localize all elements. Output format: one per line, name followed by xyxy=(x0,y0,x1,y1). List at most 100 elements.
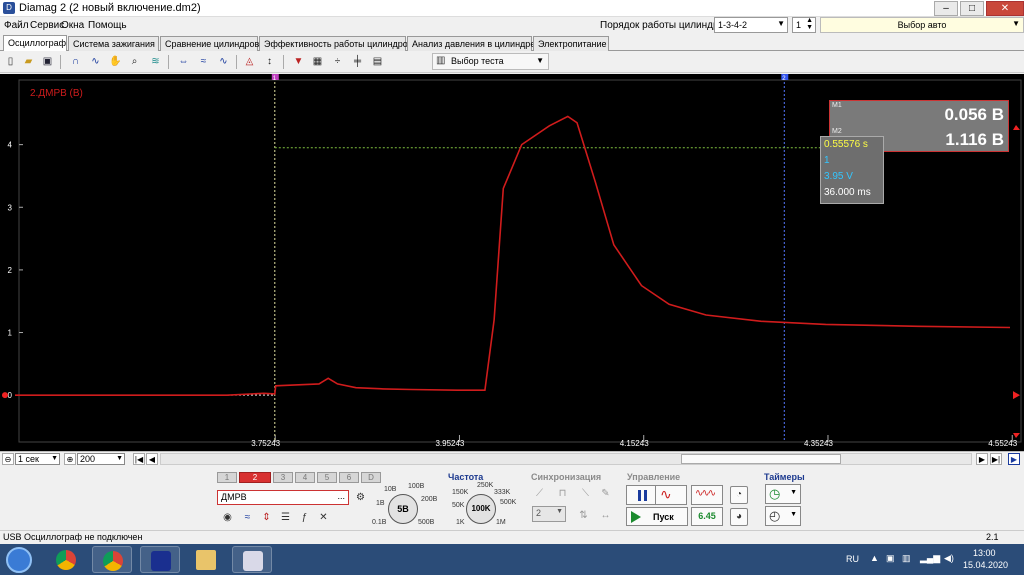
channel-name-field[interactable]: ДМРВ ... xyxy=(217,490,349,505)
maximize-button[interactable]: □ xyxy=(960,1,984,16)
timer-button-1[interactable]: ◷ ▼ xyxy=(765,484,801,504)
filter-waves-icon[interactable]: ∿ xyxy=(216,54,231,69)
zoom-out-icon[interactable]: ⊖ xyxy=(2,453,14,465)
eye-icon[interactable]: ◉ xyxy=(220,510,235,525)
divide-icon[interactable]: ÷ xyxy=(330,54,345,69)
lines-icon[interactable]: ☰ xyxy=(278,510,293,525)
freq-label-250k: 250K xyxy=(477,482,494,489)
time-div-select[interactable]: 1 сек ▼ xyxy=(15,453,60,465)
menu-service[interactable]: Сервис xyxy=(30,20,64,31)
cylinder-number-spinner[interactable]: 1 ▲ ▼ xyxy=(792,17,816,33)
tray-arrow-icon[interactable]: ▲ xyxy=(870,553,879,563)
cursor-zero-icon[interactable]: ↕ xyxy=(262,54,277,69)
curve-down-icon[interactable]: ∿ xyxy=(88,54,103,69)
channel-button-6[interactable]: 6 xyxy=(339,472,359,483)
play-icon[interactable]: ▶ xyxy=(1008,453,1020,465)
sample-count-select[interactable]: 200 ▼ xyxy=(77,453,125,465)
auto-measure-icon[interactable]: ◬ xyxy=(242,54,257,69)
sync-pos-icon[interactable]: ↔ xyxy=(598,508,613,523)
tab-ignition[interactable]: Система зажигания xyxy=(68,36,159,51)
taskbar-diamag[interactable] xyxy=(140,546,180,573)
updown-icon[interactable]: ⇕ xyxy=(259,510,274,525)
scroll-right-icon[interactable]: ▶ xyxy=(976,453,988,465)
ground-marker xyxy=(2,392,8,399)
grid-icon[interactable]: ▦ xyxy=(310,54,325,69)
scroll-first-icon[interactable]: |◀ xyxy=(133,453,145,465)
probe-icon[interactable]: ⚙ xyxy=(353,490,368,505)
taskbar-explorer[interactable] xyxy=(186,546,226,573)
curve-up-icon[interactable]: ∩ xyxy=(68,54,83,69)
tab-cylinder-compare[interactable]: Сравнение цилиндров xyxy=(160,36,259,51)
sync-channel-select[interactable]: 2 ▼ xyxy=(532,506,566,522)
signal-icon[interactable]: ▂▄▆ xyxy=(920,553,940,564)
tab-pressure-analysis[interactable]: Анализ давления в цилиндре xyxy=(407,36,535,51)
noise-button[interactable]: ∿∿∿ xyxy=(691,485,723,505)
y-tick-label: 3 xyxy=(8,203,13,212)
auto-record-icon[interactable]: ◕ xyxy=(730,508,748,526)
filter-icon[interactable]: ▼ xyxy=(291,54,306,69)
tab-cylinder-efficiency[interactable]: Эффективность работы цилиндров xyxy=(259,36,413,51)
sync-fall-icon[interactable]: ⟍ xyxy=(578,486,593,501)
scroll-thumb[interactable] xyxy=(681,454,841,464)
minimize-button[interactable]: ‒ xyxy=(934,1,958,16)
network-icon[interactable]: ▥ xyxy=(902,553,911,564)
run-button[interactable]: Пуск xyxy=(626,507,688,526)
tab-power-supply[interactable]: Электропитание xyxy=(533,36,609,51)
sine-button[interactable]: ∿ xyxy=(655,485,687,505)
scroll-left-icon[interactable]: ◀ xyxy=(146,453,158,465)
menu-windows[interactable]: Окна xyxy=(61,20,84,31)
start-button[interactable] xyxy=(6,547,32,573)
tools-icon[interactable]: ✕ xyxy=(316,510,331,525)
chevron-down-icon: ▼ xyxy=(777,19,785,28)
center-icon[interactable]: ╪ xyxy=(350,54,365,69)
sync-auto-icon[interactable]: ✎ xyxy=(598,486,613,501)
channel-buttons: 1 2 3 4 5 6 D xyxy=(217,472,381,483)
clock-time[interactable]: 13:00 xyxy=(973,548,996,558)
save-icon[interactable]: ▣ xyxy=(40,54,55,69)
channel-button-d[interactable]: D xyxy=(361,472,381,483)
channel-button-5[interactable]: 5 xyxy=(317,472,337,483)
tab-oscilloscope[interactable]: Осциллограф xyxy=(3,35,67,52)
compress-icon[interactable]: ⇔ xyxy=(176,54,191,69)
new-file-icon[interactable]: ▯ xyxy=(3,54,18,69)
test-select[interactable]: ▥ Выбор теста ▼ xyxy=(432,53,549,70)
close-button[interactable]: ✕ xyxy=(986,1,1024,16)
scroll-last-icon[interactable]: ▶| xyxy=(990,453,1002,465)
auto-select[interactable]: Выбор авто ▼ xyxy=(820,17,1024,33)
tray-app-icon[interactable]: ▣ xyxy=(886,553,895,564)
sync-rise-icon[interactable]: ⟋ xyxy=(532,486,547,501)
channel-button-3[interactable]: 3 xyxy=(273,472,293,483)
sync-pulse-icon[interactable]: ⊓ xyxy=(555,486,570,501)
horizontal-scrollbar[interactable] xyxy=(160,453,972,465)
menu-help[interactable]: Помощь xyxy=(88,20,127,31)
menu-file[interactable]: Файл xyxy=(4,20,29,31)
channel-button-2[interactable]: 2 xyxy=(239,472,271,483)
hand-tool-icon[interactable]: ✋ xyxy=(108,54,123,69)
auto-icon[interactable]: ◔ xyxy=(730,486,748,504)
layers-icon[interactable]: ≋ xyxy=(148,54,163,69)
channel-button-4[interactable]: 4 xyxy=(295,472,315,483)
voltage-knob[interactable]: 5В xyxy=(388,494,418,524)
sync-level-icon[interactable]: ⇅ xyxy=(576,508,591,523)
wave-invert-icon[interactable]: ≈ xyxy=(240,510,255,525)
pause-button[interactable] xyxy=(626,485,658,505)
document-icon[interactable]: ▤ xyxy=(370,54,385,69)
zoom-in-icon[interactable]: ⊕ xyxy=(64,453,76,465)
volume-icon[interactable]: ◀) xyxy=(944,553,954,564)
oscilloscope-view[interactable]: 0 1 2 3 4 3.75243 3.95243 4.15243 4.35243 4.55243… xyxy=(0,74,1024,451)
open-folder-icon[interactable]: ▰ xyxy=(21,54,36,69)
function-icon[interactable]: ƒ xyxy=(297,510,312,525)
language-indicator[interactable]: RU xyxy=(846,554,859,564)
window-title: Diamag 2 (2 новый включение.dm2) xyxy=(19,2,201,14)
zoom-icon[interactable]: ⌕ xyxy=(127,54,142,69)
cylinder-order-select[interactable]: 1-3-4-2 ▼ xyxy=(714,17,788,33)
frequency-knob[interactable]: 100K xyxy=(466,494,496,524)
taskbar-paint[interactable] xyxy=(232,546,272,573)
rate-button[interactable]: 6.45 xyxy=(691,507,723,526)
taskbar-chrome-1[interactable] xyxy=(46,546,86,573)
channel-button-1[interactable]: 1 xyxy=(217,472,237,483)
clock-date[interactable]: 15.04.2020 xyxy=(963,560,1008,570)
timer-button-2[interactable]: ◴ ▼ xyxy=(765,506,801,526)
waves-icon[interactable]: ≈ xyxy=(196,54,211,69)
taskbar-chrome-2[interactable] xyxy=(92,546,132,573)
